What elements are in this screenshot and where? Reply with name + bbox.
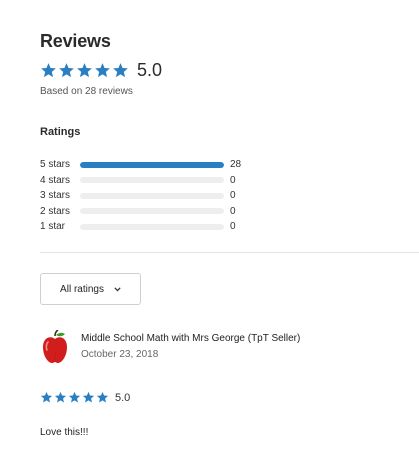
rating-row-5[interactable]: 5 stars 28 [40, 157, 260, 173]
rating-label: 5 stars [40, 159, 71, 171]
rating-count: 0 [230, 205, 236, 217]
ratings-title: Ratings [40, 126, 81, 138]
rating-label: 4 stars [40, 174, 71, 186]
rating-count: 0 [230, 174, 236, 186]
reviewer-name[interactable]: Middle School Math with Mrs George (TpT … [81, 333, 300, 344]
rating-row-3[interactable]: 3 stars 0 [40, 188, 260, 204]
rating-summary: 5.0 [40, 60, 162, 81]
rating-count: 0 [230, 190, 236, 202]
star-icon [82, 391, 95, 403]
rating-filter-label: All ratings [60, 283, 104, 295]
review-date: October 23, 2018 [81, 349, 159, 360]
summary-stars [40, 62, 129, 79]
star-icon [54, 391, 67, 403]
star-icon [95, 63, 110, 78]
star-icon [40, 391, 53, 403]
average-rating: 5.0 [137, 60, 163, 80]
review-rating: 5.0 [40, 391, 130, 404]
rating-row-1[interactable]: 1 star 0 [40, 219, 260, 235]
apple-icon [42, 329, 68, 364]
review-score: 5.0 [115, 391, 131, 404]
rating-count: 28 [230, 159, 242, 171]
rating-bar [80, 192, 224, 199]
rating-row-4[interactable]: 4 stars 0 [40, 173, 260, 189]
rating-bar [80, 208, 224, 215]
rating-label: 3 stars [40, 190, 71, 202]
section-divider [40, 252, 419, 253]
star-icon [113, 63, 128, 78]
star-icon [96, 391, 109, 403]
rating-count: 0 [230, 221, 236, 233]
rating-filter-dropdown[interactable]: All ratings [40, 273, 141, 305]
rating-bar [80, 223, 224, 230]
rating-label: 2 stars [40, 205, 71, 217]
rating-breakdown: 5 stars 28 4 stars 0 3 stars 0 2 stars 0… [40, 157, 260, 235]
rating-bar [80, 161, 224, 168]
star-icon [68, 391, 81, 403]
reviews-heading: Reviews [40, 31, 111, 51]
star-icon [41, 63, 56, 78]
review-stars [40, 391, 109, 404]
star-icon [77, 63, 92, 78]
chevron-down-icon [114, 284, 121, 295]
star-icon [59, 63, 74, 78]
rating-bar [80, 177, 224, 184]
rating-row-2[interactable]: 2 stars 0 [40, 204, 260, 220]
rating-bar-fill [80, 161, 224, 168]
rating-label: 1 star [40, 221, 66, 233]
review-text: Love this!!! [40, 427, 89, 438]
review-count: Based on 28 reviews [40, 86, 133, 97]
